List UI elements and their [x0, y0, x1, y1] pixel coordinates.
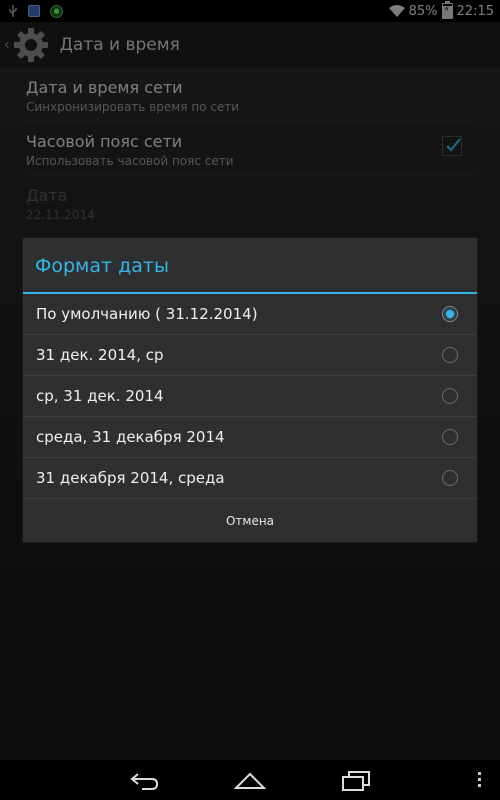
back-icon[interactable]: [128, 768, 160, 792]
date-format-option-day-long[interactable]: среда, 31 декабря 2014: [23, 417, 477, 458]
date-format-option-default[interactable]: По умолчанию ( 31.12.2014): [23, 294, 477, 335]
radio-button-checked[interactable]: [442, 306, 458, 322]
option-label: ср, 31 дек. 2014: [36, 387, 164, 405]
radio-button[interactable]: [442, 347, 458, 363]
radio-button[interactable]: [442, 470, 458, 486]
radio-dot: [446, 310, 454, 318]
radio-button[interactable]: [442, 429, 458, 445]
option-label: 31 декабря 2014, среда: [36, 469, 225, 487]
date-format-option-long-day[interactable]: 31 декабря 2014, среда: [23, 458, 477, 499]
option-label: среда, 31 декабря 2014: [36, 428, 225, 446]
navigation-bar: [0, 760, 500, 800]
date-format-dialog: Формат даты По умолчанию ( 31.12.2014) 3…: [23, 238, 477, 542]
home-icon[interactable]: [234, 768, 266, 792]
recent-apps-icon[interactable]: [340, 768, 372, 792]
overflow-menu-icon[interactable]: [478, 772, 482, 790]
date-format-option-day-short[interactable]: ср, 31 дек. 2014: [23, 376, 477, 417]
dialog-title: Формат даты: [35, 255, 169, 277]
date-format-option-short-day[interactable]: 31 дек. 2014, ср: [23, 335, 477, 376]
cancel-button[interactable]: Отмена: [23, 499, 477, 543]
option-label: 31 дек. 2014, ср: [36, 346, 164, 364]
option-label: По умолчанию ( 31.12.2014): [36, 305, 258, 323]
radio-button[interactable]: [442, 388, 458, 404]
